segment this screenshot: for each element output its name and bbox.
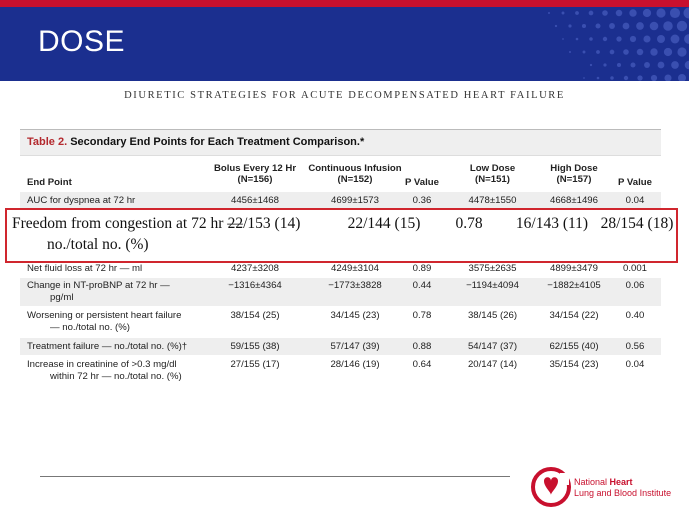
table-row: Change in NT-proBNP at 72 hr — pg/ml −13… [20, 278, 661, 306]
header-dot [610, 76, 614, 80]
top-accent-strip [0, 0, 689, 7]
header-dot [650, 48, 658, 56]
header-dot [649, 21, 659, 31]
header-dot [630, 62, 636, 68]
header-dot [644, 62, 650, 68]
header-dot [596, 76, 600, 80]
header-dot [603, 63, 607, 67]
header-dot [663, 21, 673, 31]
table-header-row: End Point Bolus Every 12 Hr (N=156) Conti… [20, 163, 661, 191]
header-dot [629, 9, 637, 17]
header-dot [581, 23, 587, 29]
header-dot [569, 51, 571, 53]
header-dot [582, 50, 586, 54]
header-bolus: Bolus Every 12 Hr (N=156) [213, 163, 297, 185]
header-dot [589, 37, 593, 41]
header-dot [636, 48, 644, 56]
header-dot [678, 74, 686, 81]
header-dot [629, 35, 637, 43]
header-dot [669, 7, 681, 19]
header-dot [616, 36, 622, 42]
header-dot [588, 10, 594, 16]
table-number: Table 2. [27, 136, 68, 148]
nhlbi-logo-text: National Heart Lung and Blood Institute [574, 477, 672, 498]
slide-title: DOSE [38, 25, 126, 58]
table-row: AUC for dyspnea at 72 hr 4456±1468 4699±… [20, 192, 661, 209]
header-dot [575, 37, 579, 41]
header-dot [683, 7, 689, 19]
header-p-value-1: P Value [405, 177, 439, 188]
highlight-low-dose: 16/143 (11) [515, 215, 589, 232]
header-continuous: Continuous Infusion (N=152) [308, 163, 402, 185]
highlight-continuous: 22/144 (15) [347, 215, 421, 232]
header-dot [562, 38, 564, 40]
header-dot [664, 74, 672, 81]
highlight-label-line2: no./total no. (%) [47, 236, 149, 253]
nhlbi-logo-icon [531, 467, 571, 507]
header-dot [602, 10, 608, 16]
table-row: Treatment failure — no./total no. (%)† 5… [20, 338, 661, 355]
header-dot [622, 22, 630, 30]
header-dot [663, 47, 673, 57]
header-high-dose: High Dose (N=157) [550, 163, 598, 185]
highlight-p-value-1: 0.78 [455, 215, 483, 232]
table-row: Worsening or persistent heart failure — … [27, 310, 645, 333]
header-end-point: End Point [27, 177, 72, 188]
header-dot [684, 34, 689, 44]
dot-pattern-decoration [548, 7, 689, 81]
header-dot [596, 50, 600, 54]
header-dot [650, 74, 658, 81]
header-dot [671, 61, 679, 69]
header-dot [684, 60, 689, 70]
header-dot [554, 24, 558, 28]
slide-header-bar: DOSE [0, 7, 689, 81]
header-dot [643, 35, 651, 43]
header-dot [623, 75, 629, 81]
header-dot [637, 75, 643, 81]
header-dot [657, 61, 665, 69]
header-dot [575, 11, 579, 15]
header-dot [615, 9, 623, 17]
journal-header: DIURETIC STRATEGIES FOR ACUTE DECOMPENSA… [124, 90, 565, 101]
highlight-label-line1: Freedom from congestion at 72 hr — [12, 215, 243, 232]
header-dot [636, 22, 644, 30]
table-row: Increase in creatinine of >0.3 mg/dl wit… [27, 359, 645, 382]
header-dot [676, 20, 688, 32]
footer-divider [40, 476, 510, 477]
highlight-bolus: 22/153 (14) [227, 215, 301, 232]
header-dot [642, 8, 652, 18]
header-p-value-2: P Value [618, 177, 652, 188]
header-dot [561, 11, 565, 15]
header-dot [616, 62, 622, 68]
header-dot [589, 63, 593, 67]
header-dot [602, 36, 608, 42]
header-dot [568, 24, 572, 28]
header-dot [670, 34, 680, 44]
header-dot [609, 49, 615, 55]
header-dot [609, 23, 615, 29]
table-caption: Table 2. Secondary End Points for Each T… [20, 130, 661, 156]
header-dot [583, 77, 585, 79]
header-dot [548, 12, 550, 14]
header-dot [656, 8, 666, 18]
header-dot [657, 35, 665, 43]
header-dot [623, 49, 629, 55]
header-low-dose: Low Dose (N=151) [469, 163, 516, 185]
header-dot [595, 23, 601, 29]
table-caption-text: Secondary End Points for Each Treatment … [70, 136, 365, 148]
highlight-high-dose: 28/154 (18) [600, 215, 674, 232]
highlighted-row-freedom-from-congestion: Freedom from congestion at 72 hr — no./t… [5, 208, 678, 263]
header-dot [677, 47, 687, 57]
